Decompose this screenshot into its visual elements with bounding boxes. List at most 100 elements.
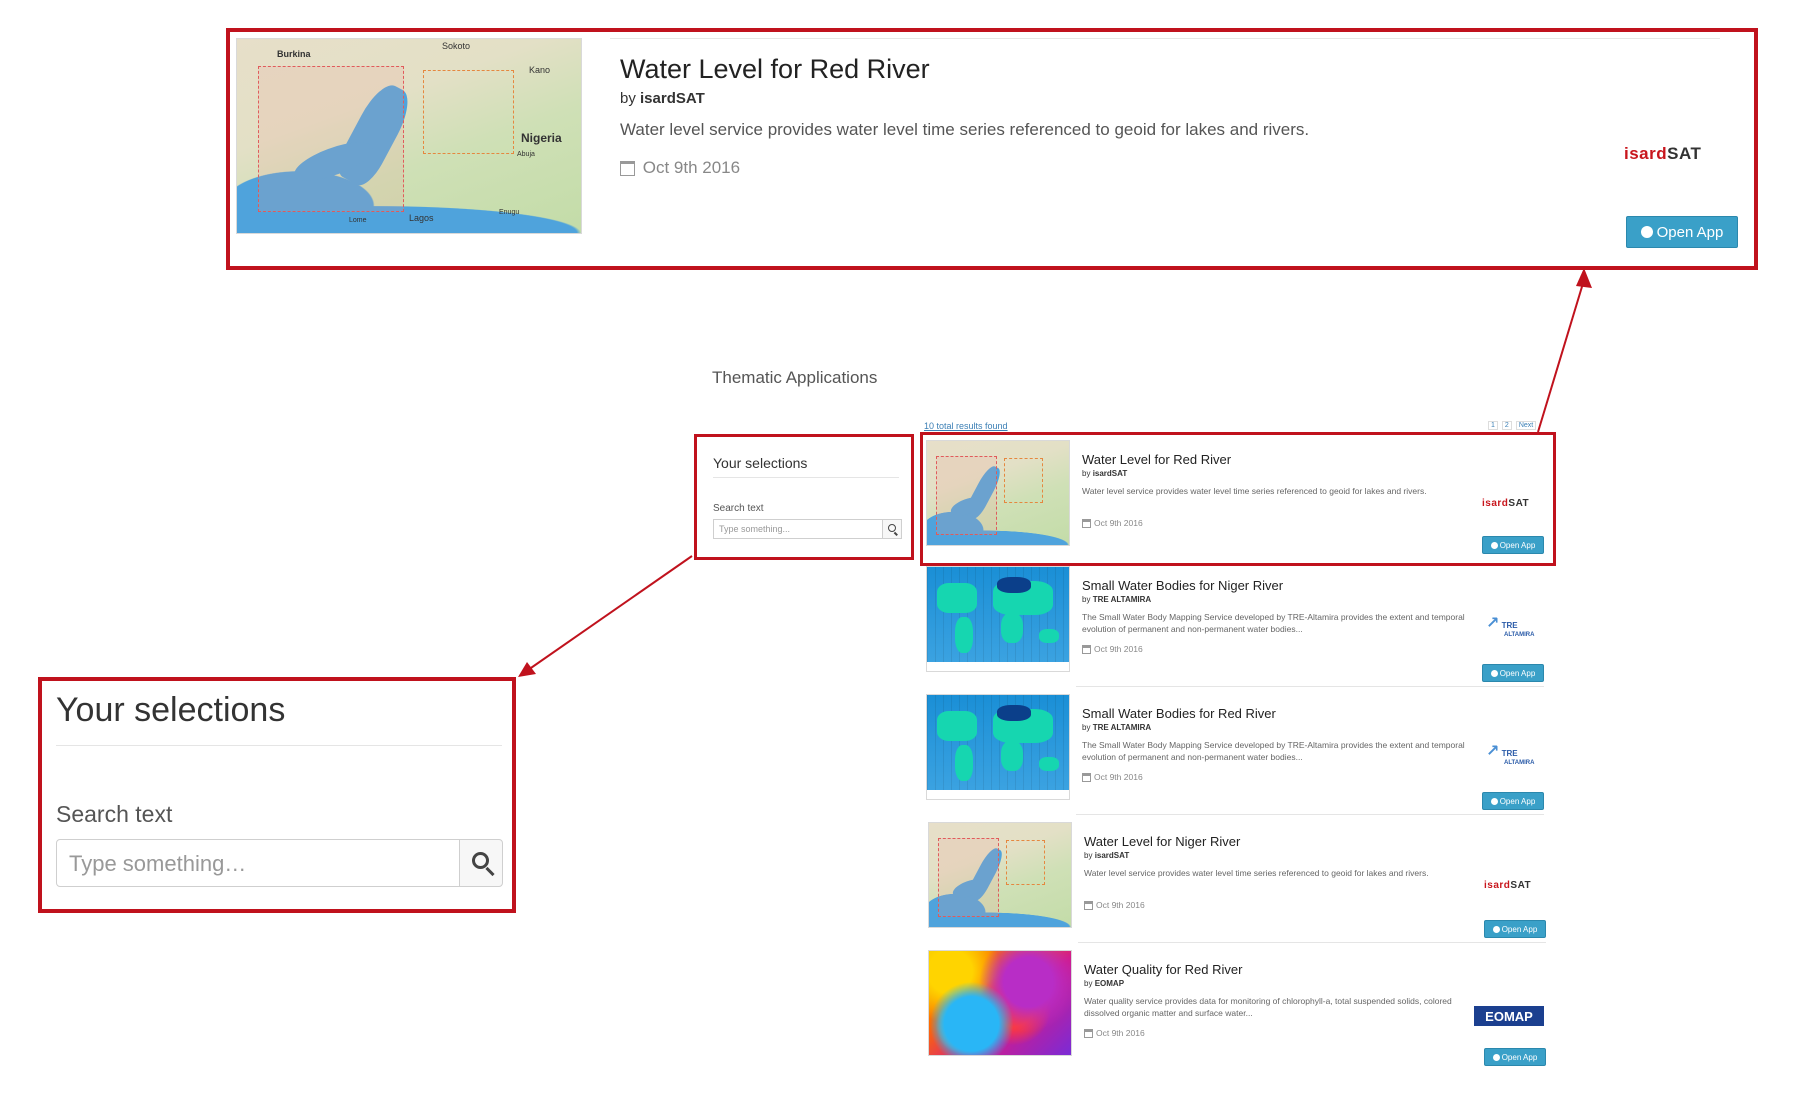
result-4-byline: by isardSAT — [1084, 851, 1129, 860]
calendar-icon — [620, 161, 635, 177]
result-2-byline: by TRE ALTAMIRA — [1082, 595, 1151, 604]
result-1-open-app-label: Open App — [1499, 540, 1536, 550]
featured-description: Water level service provides water level… — [620, 120, 1310, 139]
result-4-by-prefix: by — [1084, 851, 1093, 860]
result-4-open-app-button[interactable]: Open App — [1484, 920, 1546, 938]
sidebar-search-input[interactable]: Type something... — [713, 519, 883, 539]
result-2-by-prefix: by — [1082, 595, 1091, 604]
result-4-date-row: Oct 9th 2016 — [1084, 900, 1145, 911]
map-label-enugu: Enugu — [499, 209, 520, 216]
result-2-provider-logo: ↗ TRE ALTAMIRA — [1486, 615, 1535, 639]
result-1-provider-logo: isardSAT — [1482, 498, 1530, 509]
featured-provider: isardSAT — [640, 90, 705, 107]
map-label-lagos: Lagos — [409, 213, 434, 223]
globe-icon — [1492, 1053, 1500, 1061]
pagination-page-2[interactable]: 2 — [1501, 421, 1512, 430]
map-label-burkina: Burkina — [277, 49, 311, 59]
result-5-open-app-button[interactable]: Open App — [1484, 1048, 1546, 1066]
zoom-sidebar-highlight-box: Your selections Search text Type somethi… — [38, 677, 516, 913]
result-3-by-prefix: by — [1082, 723, 1091, 732]
result-5-thumbnail[interactable] — [928, 950, 1072, 1056]
result-1-title[interactable]: Water Level for Red River — [1082, 452, 1231, 467]
result-3-provider-logo: ↗ TRE ALTAMIRA — [1486, 743, 1535, 767]
sidebar-search-button[interactable] — [882, 519, 902, 539]
pagination: 1 2 Next — [1488, 421, 1537, 430]
result-3-open-app-label: Open App — [1499, 796, 1536, 806]
result-4-provider-logo: isardSAT — [1484, 880, 1532, 891]
results-count: 10 total results found — [924, 421, 1008, 431]
calendar-icon — [1082, 519, 1091, 529]
result-row-5: Water Quality for Red River by EOMAP Wat… — [926, 950, 1546, 1070]
result-5-provider-logo: EOMAP — [1474, 1006, 1544, 1026]
page-title: Thematic Applications — [712, 368, 878, 387]
zoom-sidebar-search-input[interactable]: Type something… — [56, 839, 460, 887]
sidebar-divider — [713, 477, 899, 478]
result-5-byline: by EOMAP — [1084, 979, 1124, 988]
zoom-sidebar-search-button[interactable] — [459, 839, 503, 887]
globe-icon — [1490, 541, 1498, 549]
zoom-sidebar-search-label: Search text — [56, 801, 173, 827]
featured-title[interactable]: Water Level for Red River — [620, 54, 930, 85]
result-3-thumbnail[interactable] — [926, 694, 1070, 800]
result-row-1: Water Level for Red River by isardSAT Wa… — [924, 438, 1544, 558]
result-row-3: Small Water Bodies for Red River by TRE … — [924, 694, 1544, 815]
zoom-sidebar-heading: Your selections — [56, 691, 286, 729]
result-1-description: Water level service provides water level… — [1082, 486, 1427, 496]
pagination-next[interactable]: Next — [1515, 421, 1537, 430]
result-row-divider — [1078, 942, 1546, 943]
globe-icon — [1490, 797, 1498, 805]
map-label-kano: Kano — [529, 65, 551, 75]
result-5-date-row: Oct 9th 2016 — [1084, 1028, 1145, 1039]
featured-date-row: Oct 9th 2016 — [620, 158, 740, 178]
result-2-title[interactable]: Small Water Bodies for Niger River — [1082, 578, 1283, 593]
result-4-description: Water level service provides water level… — [1084, 868, 1429, 878]
result-4-open-app-label: Open App — [1501, 924, 1538, 934]
result-3-title[interactable]: Small Water Bodies for Red River — [1082, 706, 1276, 721]
result-1-open-app-button[interactable]: Open App — [1482, 536, 1544, 554]
globe-icon — [1492, 925, 1500, 933]
result-2-thumbnail[interactable] — [926, 566, 1070, 672]
result-5-provider: EOMAP — [1094, 979, 1125, 988]
zoom-sidebar-divider — [56, 745, 502, 746]
pagination-page-1[interactable]: 1 — [1488, 421, 1498, 430]
featured-open-app-button[interactable]: Open App — [1626, 216, 1738, 248]
calendar-icon — [1084, 1029, 1093, 1039]
result-3-date-row: Oct 9th 2016 — [1082, 772, 1143, 783]
calendar-icon — [1084, 901, 1093, 911]
result-5-date: Oct 9th 2016 — [1096, 1028, 1145, 1038]
sidebar-search-label: Search text — [713, 503, 764, 514]
result-1-date-row: Oct 9th 2016 — [1082, 518, 1143, 529]
result-1-provider: isardSAT — [1092, 469, 1128, 478]
featured-date: Oct 9th 2016 — [642, 158, 741, 177]
map-label-lome: Lome — [349, 217, 367, 224]
globe-icon — [1640, 226, 1653, 238]
result-5-title[interactable]: Water Quality for Red River — [1084, 962, 1242, 977]
result-4-date: Oct 9th 2016 — [1096, 900, 1145, 910]
result-3-open-app-button[interactable]: Open App — [1482, 792, 1544, 810]
result-row-divider — [1076, 686, 1544, 687]
zoom-sidebar-search-placeholder: Type something… — [69, 851, 247, 876]
result-2-provider: TRE ALTAMIRA — [1092, 595, 1152, 604]
result-5-open-app-label: Open App — [1501, 1052, 1538, 1062]
globe-icon — [1490, 669, 1498, 677]
result-4-title[interactable]: Water Level for Niger River — [1084, 834, 1240, 849]
result-row-4: Water Level for Niger River by isardSAT … — [926, 822, 1546, 943]
result-2-open-app-button[interactable]: Open App — [1482, 664, 1544, 682]
result-1-thumbnail[interactable] — [926, 440, 1070, 546]
featured-top-divider — [610, 38, 1720, 39]
result-4-thumbnail[interactable] — [928, 822, 1072, 928]
featured-byline: by isardSAT — [620, 90, 705, 107]
result-4-provider: isardSAT — [1094, 851, 1130, 860]
result-row-divider — [1076, 814, 1544, 815]
result-2-description: The Small Water Body Mapping Service dev… — [1082, 612, 1465, 634]
result-2-open-app-label: Open App — [1499, 668, 1536, 678]
map-label-abuja: Abuja — [517, 151, 535, 158]
map-label-nigeria: Nigeria — [521, 131, 562, 145]
result-5-description: Water quality service provides data for … — [1084, 996, 1452, 1018]
featured-thumbnail[interactable]: Burkina Sokoto Kano Nigeria Abuja Lome L… — [236, 38, 582, 234]
calendar-icon — [1082, 645, 1091, 655]
result-1-date: Oct 9th 2016 — [1094, 518, 1143, 528]
result-2-date-row: Oct 9th 2016 — [1082, 644, 1143, 655]
featured-open-app-label: Open App — [1656, 223, 1724, 241]
result-5-by-prefix: by — [1084, 979, 1093, 988]
